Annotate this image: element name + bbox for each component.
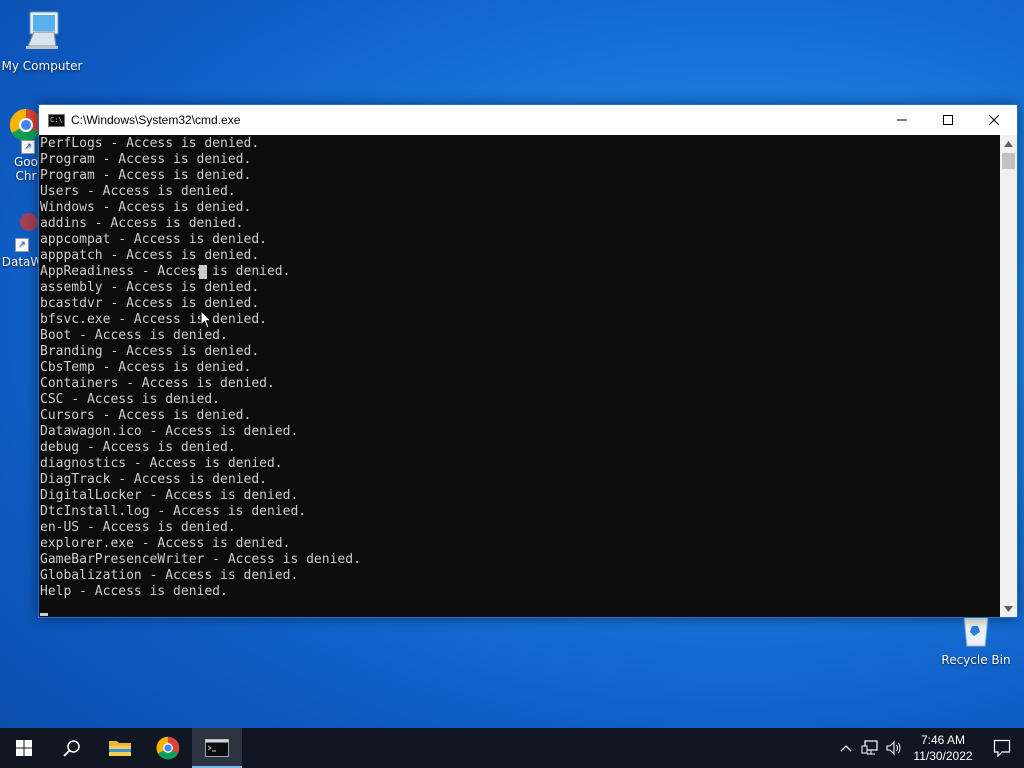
scroll-up-button[interactable] [1000,135,1017,152]
maximize-icon [943,115,953,125]
window-title: C:\Windows\System32\cmd.exe [71,113,241,127]
console-line: bfsvc.exe - Access is denied. [40,312,267,327]
shortcut-arrow-icon: ↗ [15,238,29,252]
notification-icon [993,739,1011,757]
console-line: CbsTemp - Access is denied. [40,360,252,375]
close-icon [989,115,999,125]
shortcut-arrow-icon: ↗ [21,140,35,154]
console-line: Containers - Access is denied. [40,376,275,391]
console-line: Windows - Access is denied. [40,200,252,215]
console-line: appcompat - Access is denied. [40,232,267,247]
clock-time: 7:46 AM [920,733,966,747]
search-button[interactable] [48,728,96,768]
console-line: Branding - Access is denied. [40,344,260,359]
minimize-icon [897,119,907,121]
chevron-up-icon [840,745,852,752]
console-line: GameBarPresenceWriter - Access is denied… [40,552,361,567]
console-line: DtcInstall.log - Access is denied. [40,504,307,519]
console-line: Program - Access is denied. [40,152,252,167]
cmd-window[interactable]: C:\ C:\Windows\System32\cmd.exe PerfLogs… [38,104,1018,618]
console-line: DigitalLocker - Access is denied. [40,488,299,503]
my-computer-icon[interactable]: My Computer [0,8,84,73]
my-computer-label: My Computer [1,59,83,73]
datawagon-icon [20,213,38,231]
chevron-down-icon [1004,605,1013,612]
console-line: debug - Access is denied. [40,440,236,455]
show-hidden-icons-button[interactable] [834,728,858,768]
console-line: CSC - Access is denied. [40,392,221,407]
console-line: Users - Access is denied. [40,184,236,199]
chrome-icon [156,736,180,760]
console-line: DiagTrack - Access is denied. [40,472,267,487]
start-button[interactable] [0,728,48,768]
console-line: Help - Access is denied. [40,584,228,599]
volume-button[interactable] [882,728,906,768]
close-button[interactable] [971,105,1017,135]
text-cursor [199,265,207,279]
speaker-icon [886,740,901,756]
scroll-down-button[interactable] [1000,600,1017,617]
maximize-button[interactable] [925,105,971,135]
network-button[interactable] [858,728,882,768]
recycle-bin-label: Recycle Bin [941,653,1011,667]
console-line: apppatch - Access is denied. [40,248,260,263]
console-line: diagnostics - Access is denied. [40,456,283,471]
console-line: PerfLogs - Access is denied. [40,136,260,151]
search-icon [63,740,80,757]
clock-date: 11/30/2022 [913,749,973,763]
console-line: Datawagon.ico - Access is denied. [40,424,299,439]
file-explorer-button[interactable] [96,728,144,768]
console-line: AppReadiness - Access is denied. [40,264,291,279]
console-line: en-US - Access is denied. [40,520,236,535]
computer-icon [26,11,59,49]
console-line: bcastdvr - Access is denied. [40,296,260,311]
folder-icon [109,741,131,756]
taskbar: 7:46 AM 11/30/2022 [0,728,1024,768]
cmd-icon: C:\ [48,113,65,127]
console-line: explorer.exe - Access is denied. [40,536,291,551]
cmd-taskbar-button[interactable] [192,728,242,768]
console-output[interactable]: PerfLogs - Access is denied. Program - Ac… [39,135,1000,617]
action-center-button[interactable] [980,728,1024,768]
console-line: Program - Access is denied. [40,168,252,183]
prompt-cursor [40,613,48,616]
mouse-pointer-icon [200,310,213,329]
chrome-taskbar-button[interactable] [144,728,192,768]
vertical-scrollbar[interactable] [1000,135,1017,617]
terminal-icon [205,739,229,757]
system-tray: 7:46 AM 11/30/2022 [834,728,1024,768]
console-line: Globalization - Access is denied. [40,568,299,583]
network-icon [861,740,878,755]
recycle-bin-icon[interactable]: Recycle Bin [934,612,1018,667]
scrollbar-thumb[interactable] [1002,153,1015,169]
console-line: Boot - Access is denied. [40,328,228,343]
console-line: addins - Access is denied. [40,216,244,231]
console-line: Cursors - Access is denied. [40,408,252,423]
chevron-up-icon [1004,140,1013,147]
minimize-button[interactable] [879,105,925,135]
windows-logo-icon [16,740,32,756]
title-bar[interactable]: C:\ C:\Windows\System32\cmd.exe [39,105,1017,135]
clock[interactable]: 7:46 AM 11/30/2022 [906,732,980,764]
console-line: assembly - Access is denied. [40,280,260,295]
